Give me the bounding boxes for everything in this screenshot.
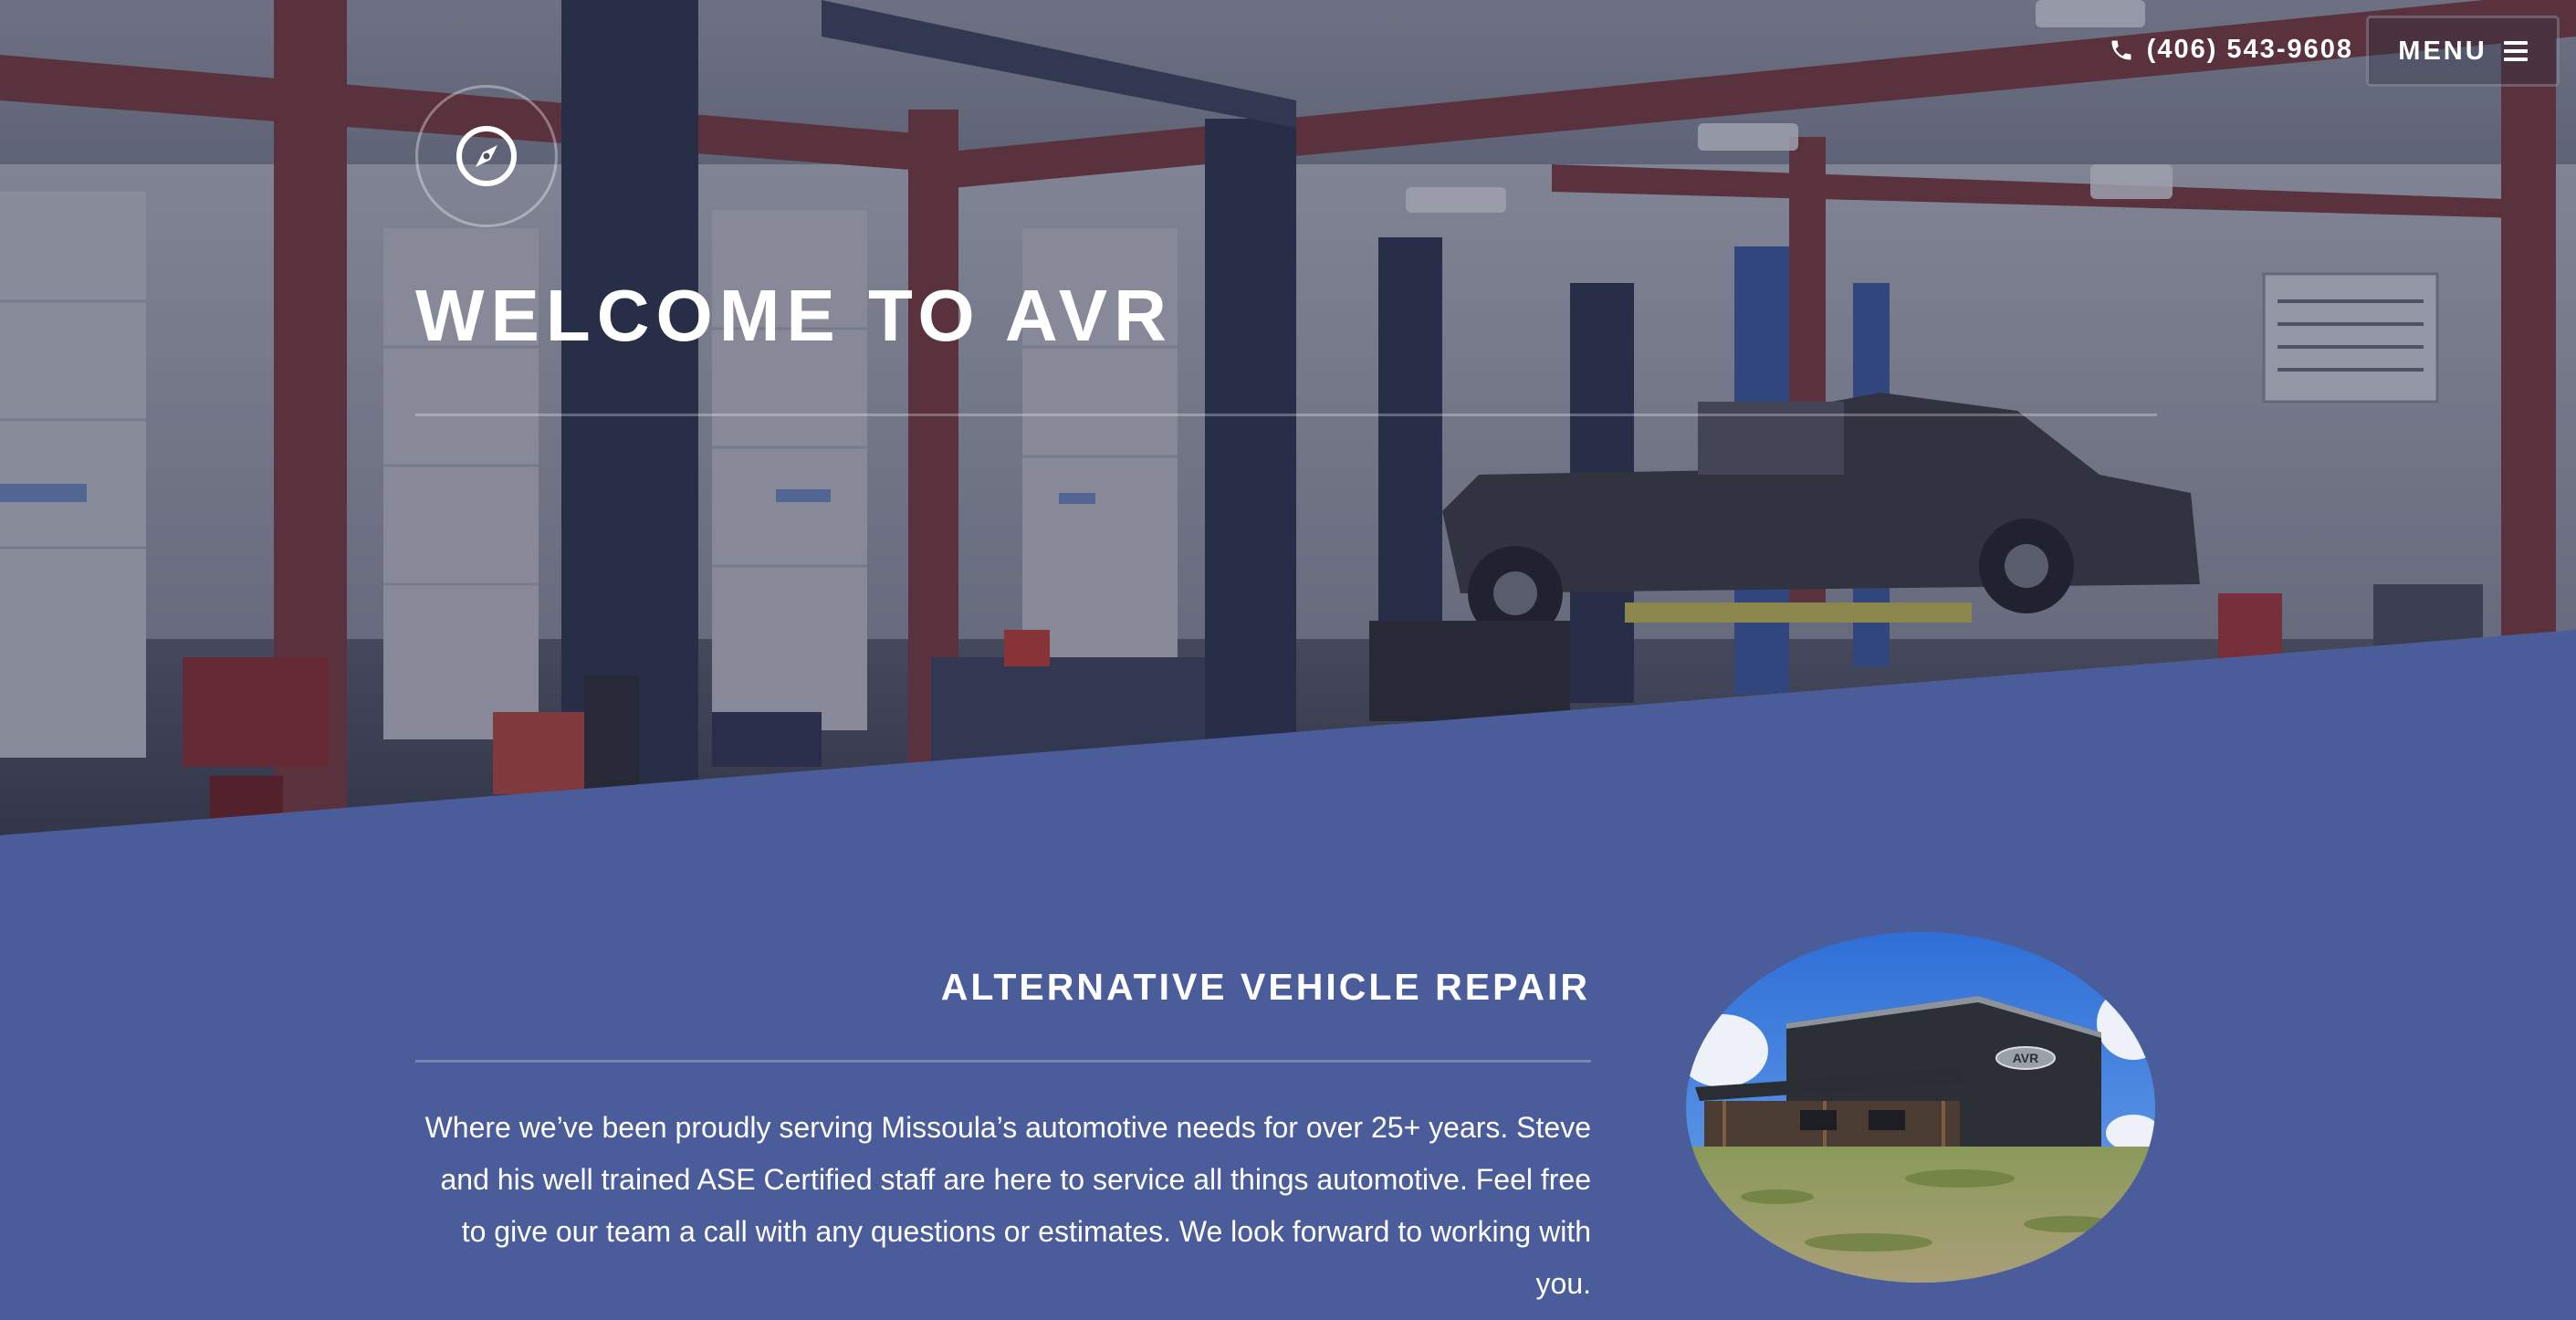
hero-title: WELCOME TO AVR	[415, 275, 1173, 356]
building-photo: AVR	[1686, 932, 2155, 1283]
about-divider	[415, 1060, 1591, 1063]
menu-button[interactable]: MENU	[2366, 16, 2560, 87]
page: (406) 543-9608 MENU WELCOME TO AVR ALTER…	[0, 0, 2576, 1320]
hero-dark-overlay	[0, 0, 2576, 835]
about-heading: ALTERNATIVE VEHICLE REPAIR	[940, 966, 1590, 1008]
building-sign: AVR	[2013, 1051, 2039, 1065]
hamburger-icon	[2503, 41, 2528, 61]
menu-label: MENU	[2398, 36, 2487, 66]
hero-divider	[415, 414, 2157, 416]
logo[interactable]	[415, 85, 558, 227]
phone-number: (406) 543-9608	[2146, 35, 2353, 64]
compass-icon	[456, 126, 517, 186]
phone-icon	[2109, 37, 2134, 63]
about-paragraph: Where we’ve been proudly serving Missoul…	[424, 1111, 1591, 1300]
hero-section	[0, 0, 2576, 835]
phone-link[interactable]: (406) 543-9608	[2109, 35, 2353, 65]
